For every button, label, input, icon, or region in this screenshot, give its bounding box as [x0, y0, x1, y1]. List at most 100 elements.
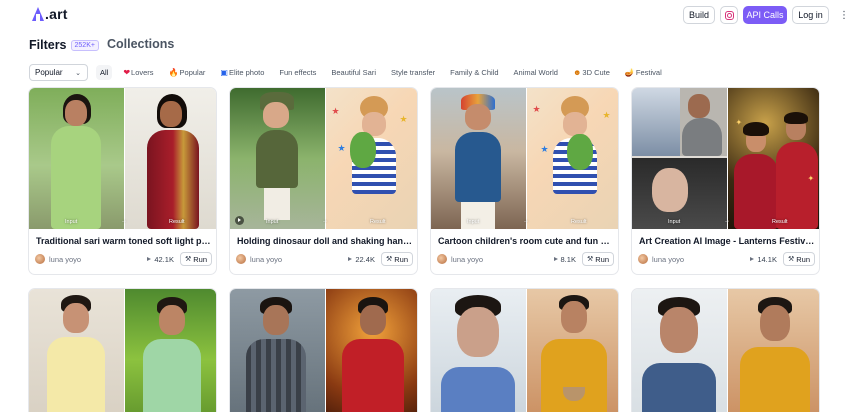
author-name[interactable]: luna yoyo	[250, 255, 348, 264]
card-title[interactable]: Holding dinosaur doll and shaking hands.…	[237, 236, 415, 246]
chip-label: Elite photo	[228, 68, 265, 77]
input-image	[431, 289, 526, 412]
run-button[interactable]: ⚒ Run	[380, 252, 413, 266]
chip-elite-photo[interactable]: ▣ Elite photo	[216, 65, 268, 80]
usage-count: 42.1K	[147, 255, 174, 264]
filter-card[interactable]	[229, 288, 418, 412]
card-title[interactable]: Art Creation AI Image - Lanterns Festiva…	[639, 236, 817, 246]
fire-icon: 🔥	[168, 68, 179, 77]
sort-select-value: Popular	[35, 68, 63, 77]
result-image: ★ ★ ★	[525, 88, 618, 229]
instagram-button[interactable]	[720, 6, 738, 24]
input-image	[230, 88, 325, 229]
category-chips: Popular ⌄ All ❤ Lovers 🔥 Popular ▣ Elite ph…	[29, 64, 673, 81]
usage-count-value: 8.1K	[560, 254, 576, 264]
card-thumbnail[interactable]: ★ ★ ★ Input → Result	[230, 88, 417, 229]
usage-count-value: 22.4K	[355, 254, 375, 264]
input-label: Input	[668, 219, 681, 225]
login-button[interactable]: Log in	[792, 6, 829, 24]
card-meta: luna yoyo 14.1K ⚒ Run	[638, 252, 815, 266]
filter-card[interactable]: ✦ ✦ Input → Result Art Creation AI Image…	[631, 87, 820, 275]
api-calls-button[interactable]: API Calls	[743, 6, 787, 24]
magic-wand-icon: ⚒	[385, 256, 393, 263]
logo-text: .art	[45, 6, 68, 22]
author-name[interactable]: luna yoyo	[652, 255, 750, 264]
input-image	[632, 289, 727, 412]
card-meta: luna yoyo 22.4K ⚒ Run	[236, 252, 413, 266]
card-thumbnail[interactable]: Input → Result	[29, 88, 216, 229]
author-name[interactable]: luna yoyo	[49, 255, 147, 264]
sort-select[interactable]: Popular ⌄	[29, 64, 88, 81]
card-meta: luna yoyo 8.1K ⚒ Run	[437, 252, 614, 266]
filter-card[interactable]	[28, 288, 217, 412]
heart-icon: ❤	[123, 68, 131, 77]
avatar[interactable]	[236, 254, 246, 264]
usage-count: 8.1K	[553, 254, 576, 264]
usage-count: 14.1K	[750, 255, 777, 264]
chip-popular[interactable]: 🔥 Popular	[165, 65, 210, 80]
chip-beautiful-sari[interactable]: Beautiful Sari	[327, 65, 380, 80]
card-title[interactable]: Traditional sari warm toned soft light p…	[36, 236, 214, 246]
more-menu-icon[interactable]: ⋮	[838, 9, 850, 21]
chip-fun-effects[interactable]: Fun effects	[275, 65, 320, 80]
filter-card[interactable]	[631, 288, 820, 412]
photo-icon: ▣	[220, 68, 228, 77]
card-thumbnail[interactable]	[230, 289, 417, 412]
chip-3d-cute[interactable]: ☻ 3D Cute	[569, 65, 614, 80]
filters-tab-label: Filters	[29, 38, 67, 52]
arrow-right-icon: →	[121, 218, 127, 224]
chip-all[interactable]: All	[96, 65, 113, 80]
logo[interactable]: .art	[32, 5, 68, 23]
magic-wand-icon: ⚒	[184, 256, 192, 263]
top-header: .art Build API Calls Log in ⋮	[0, 0, 854, 30]
chip-label: Style transfer	[390, 68, 436, 77]
input-label: Input	[266, 219, 279, 225]
filter-card[interactable]: ★ ★ ★ Input → Result Cartoon children's …	[430, 87, 619, 275]
run-button[interactable]: ⚒ Run	[179, 252, 212, 266]
play-icon	[553, 257, 558, 261]
author-name[interactable]: luna yoyo	[451, 255, 554, 264]
chip-animal-world[interactable]: Animal World	[510, 65, 562, 80]
card-thumbnail[interactable]: ✦ ✦ Input → Result	[632, 88, 819, 229]
magic-wand-icon: ⚒	[787, 256, 795, 263]
chip-label: Lovers	[131, 68, 154, 77]
avatar[interactable]	[437, 254, 447, 264]
filter-card[interactable]: ★ ★ ★ Input → Result Holding dinosaur do…	[229, 87, 418, 275]
card-thumbnail[interactable]: ★ ★ ★ Input → Result	[431, 88, 618, 229]
input-label: Input	[65, 219, 78, 225]
filter-card[interactable]: Input → Result Traditional sari warm ton…	[28, 87, 217, 275]
chip-family-child[interactable]: Family & Child	[446, 65, 502, 80]
result-image	[726, 289, 819, 412]
usage-count-value: 14.1K	[757, 254, 777, 264]
input-image	[29, 88, 124, 229]
chip-lovers[interactable]: ❤ Lovers	[119, 65, 157, 80]
arrow-right-icon: →	[322, 218, 328, 224]
result-image	[123, 289, 216, 412]
run-button-label: Run	[193, 254, 207, 264]
run-button[interactable]: ⚒ Run	[581, 252, 614, 266]
filter-card[interactable]	[430, 288, 619, 412]
card-title[interactable]: Cartoon children's room cute and fun ma.…	[438, 236, 616, 246]
chip-style-transfer[interactable]: Style transfer	[387, 65, 439, 80]
card-thumbnail[interactable]	[632, 289, 819, 412]
filters-tab[interactable]: Filters 252K+	[29, 37, 99, 53]
instagram-icon	[724, 10, 734, 20]
chip-festival[interactable]: 🪔 Festival	[621, 65, 666, 80]
build-button[interactable]: Build	[683, 6, 715, 24]
result-label: Result	[772, 219, 788, 225]
avatar[interactable]	[35, 254, 45, 264]
card-thumbnail[interactable]	[29, 289, 216, 412]
play-icon[interactable]	[235, 216, 244, 225]
chip-label: Beautiful Sari	[331, 68, 376, 77]
collections-tab[interactable]: Collections	[107, 37, 174, 51]
avatar[interactable]	[638, 254, 648, 264]
card-thumbnail[interactable]	[431, 289, 618, 412]
run-button-label: Run	[796, 254, 810, 264]
result-image	[324, 289, 417, 412]
result-label: Result	[169, 219, 185, 225]
run-button[interactable]: ⚒ Run	[782, 252, 815, 266]
result-image: ✦ ✦	[726, 88, 819, 229]
play-icon	[348, 257, 353, 261]
input-image	[230, 289, 325, 412]
input-label: Input	[467, 219, 480, 225]
